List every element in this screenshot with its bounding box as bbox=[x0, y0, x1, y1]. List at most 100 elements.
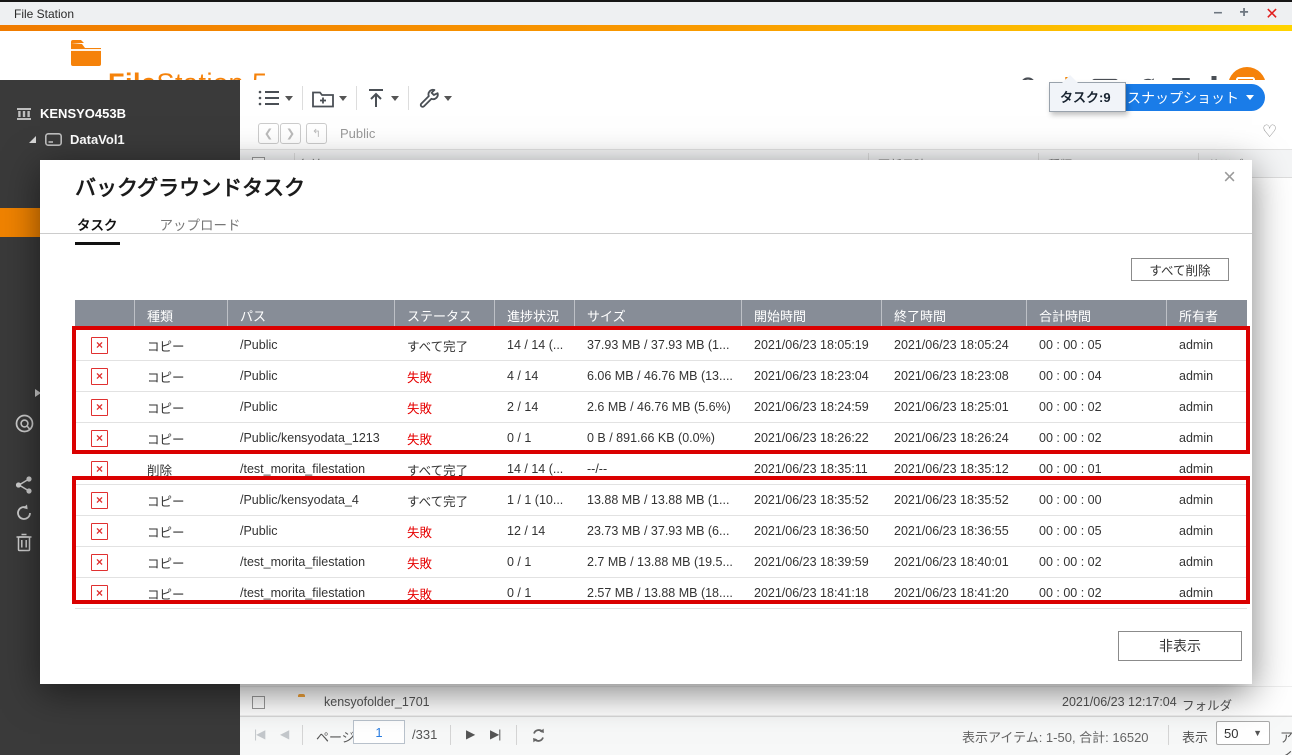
task-column-header[interactable]: 種類 bbox=[135, 300, 228, 330]
folder-logo-icon bbox=[70, 40, 102, 66]
chevron-down-icon bbox=[391, 96, 399, 105]
refresh-list-icon[interactable] bbox=[530, 727, 547, 744]
task-size: 37.93 MB / 37.93 MB (1... bbox=[575, 330, 742, 360]
task-total-time: 00 : 00 : 05 bbox=[1027, 516, 1167, 546]
task-row[interactable]: × コピー /test_morita_filestation 失敗 0 / 1 … bbox=[75, 578, 1247, 609]
task-progress: 0 / 1 bbox=[495, 423, 575, 453]
task-type: コピー bbox=[135, 392, 228, 422]
delete-task-button[interactable]: × bbox=[91, 492, 108, 509]
share-icon[interactable] bbox=[15, 476, 33, 494]
task-row[interactable]: × コピー /Public/kensyodata_1213 失敗 0 / 1 0… bbox=[75, 423, 1247, 454]
nav-forward-button[interactable]: ❯ bbox=[280, 123, 301, 144]
task-row[interactable]: × コピー /test_morita_filestation 失敗 0 / 1 … bbox=[75, 547, 1247, 578]
delete-task-button[interactable]: × bbox=[91, 585, 108, 602]
volume-icon bbox=[45, 133, 62, 146]
file-name[interactable]: kensyofolder_1701 bbox=[324, 695, 430, 709]
task-start-time: 2021/06/23 18:23:04 bbox=[742, 361, 882, 391]
task-start-time: 2021/06/23 18:05:19 bbox=[742, 330, 882, 360]
view-mode-button[interactable] bbox=[258, 86, 293, 110]
window-titlebar: File Station – + ✕ bbox=[0, 0, 1292, 25]
last-page-button[interactable]: ▶| bbox=[490, 727, 500, 741]
task-column-header[interactable]: ステータス bbox=[395, 300, 495, 330]
task-size: 13.88 MB / 13.88 MB (1... bbox=[575, 485, 742, 515]
minimize-button[interactable]: – bbox=[1206, 4, 1230, 22]
task-progress: 14 / 14 (... bbox=[495, 330, 575, 360]
delete-all-button[interactable]: すべて削除 bbox=[1131, 258, 1229, 281]
task-row[interactable]: × コピー /Public 失敗 2 / 14 2.6 MB / 46.76 M… bbox=[75, 392, 1247, 423]
file-station-window: File Station – + ✕ FileStation 5 bbox=[0, 0, 1292, 755]
tab-upload[interactable]: アップロード bbox=[158, 210, 243, 245]
nav-up-button[interactable]: ↰ bbox=[306, 123, 327, 144]
maximize-button[interactable]: + bbox=[1232, 4, 1256, 22]
task-size: 2.57 MB / 13.88 MB (18.... bbox=[575, 578, 742, 608]
task-progress: 4 / 14 bbox=[495, 361, 575, 391]
nav-back-button[interactable]: ❮ bbox=[258, 123, 279, 144]
task-column-header[interactable]: 所有者 bbox=[1167, 300, 1247, 330]
task-column-header[interactable]: 開始時間 bbox=[742, 300, 882, 330]
task-column-header[interactable]: サイズ bbox=[575, 300, 742, 330]
task-path: /Public/kensyodata_4 bbox=[228, 485, 395, 515]
tools-button[interactable] bbox=[418, 86, 452, 110]
task-type: コピー bbox=[135, 516, 228, 546]
task-progress: 14 / 14 (... bbox=[495, 454, 575, 484]
delete-task-button[interactable]: × bbox=[91, 523, 108, 540]
task-total-time: 00 : 00 : 02 bbox=[1027, 547, 1167, 577]
delete-task-button[interactable]: × bbox=[91, 368, 108, 385]
task-row[interactable]: × コピー /Public 失敗 12 / 14 23.73 MB / 37.9… bbox=[75, 516, 1247, 547]
page-size-select[interactable]: 50 ▼ bbox=[1216, 721, 1270, 745]
sidebar-item-volume[interactable]: DataVol1 bbox=[28, 132, 125, 147]
task-column-header[interactable]: 進捗状況 bbox=[495, 300, 575, 330]
task-row[interactable]: × コピー /Public/kensyodata_4 すべて完了 1 / 1 (… bbox=[75, 485, 1247, 516]
task-row[interactable]: × コピー /Public 失敗 4 / 14 6.06 MB / 46.76 … bbox=[75, 361, 1247, 392]
recycle-icon[interactable] bbox=[15, 504, 33, 522]
tasks-table-header: 種類パスステータス進捗状況サイズ開始時間終了時間合計時間所有者 bbox=[75, 300, 1247, 330]
task-path: /Public bbox=[228, 361, 395, 391]
favorite-heart-icon[interactable]: ♡ bbox=[1262, 122, 1277, 142]
trash-icon[interactable] bbox=[15, 532, 33, 552]
delete-task-button[interactable]: × bbox=[91, 554, 108, 571]
delete-task-button[interactable]: × bbox=[91, 430, 108, 447]
task-owner: admin bbox=[1167, 330, 1247, 360]
create-folder-button[interactable] bbox=[312, 86, 347, 110]
task-end-time: 2021/06/23 18:35:12 bbox=[882, 454, 1027, 484]
task-owner: admin bbox=[1167, 361, 1247, 391]
hide-button[interactable]: 非表示 bbox=[1118, 631, 1242, 661]
task-start-time: 2021/06/23 18:36:50 bbox=[742, 516, 882, 546]
task-column-header[interactable] bbox=[75, 300, 135, 330]
close-window-button[interactable]: ✕ bbox=[1260, 4, 1284, 24]
chevron-down-icon bbox=[1246, 95, 1254, 104]
app-header: FileStation 5 bbox=[0, 31, 1292, 80]
first-page-button[interactable]: |◀ bbox=[254, 727, 264, 741]
dialog-close-icon[interactable]: × bbox=[1223, 166, 1236, 188]
task-row[interactable]: × 削除 /test_morita_filestation すべて完了 14 /… bbox=[75, 454, 1247, 485]
task-column-header[interactable]: 合計時間 bbox=[1027, 300, 1167, 330]
delete-task-button[interactable]: × bbox=[91, 399, 108, 416]
qsync-icon[interactable] bbox=[15, 414, 34, 433]
task-row[interactable]: × コピー /Public すべて完了 14 / 14 (... 37.93 M… bbox=[75, 330, 1247, 361]
tab-divider bbox=[40, 233, 1252, 234]
task-start-time: 2021/06/23 18:35:11 bbox=[742, 454, 882, 484]
task-type: 削除 bbox=[135, 454, 228, 484]
task-start-time: 2021/06/23 18:24:59 bbox=[742, 392, 882, 422]
task-type: コピー bbox=[135, 485, 228, 515]
sidebar-item-nas[interactable]: KENSYO453B bbox=[16, 106, 126, 121]
task-end-time: 2021/06/23 18:23:08 bbox=[882, 361, 1027, 391]
prev-page-button[interactable]: ◀ bbox=[280, 727, 288, 741]
page-number-input[interactable] bbox=[353, 720, 405, 744]
display-label: 表示 bbox=[1182, 727, 1208, 746]
task-column-header[interactable]: パス bbox=[228, 300, 395, 330]
task-column-header[interactable]: 終了時間 bbox=[882, 300, 1027, 330]
expander-icon[interactable] bbox=[28, 135, 37, 144]
delete-task-button[interactable]: × bbox=[91, 461, 108, 478]
upload-button[interactable] bbox=[366, 86, 399, 110]
task-end-time: 2021/06/23 18:26:24 bbox=[882, 423, 1027, 453]
sidebar-item-volume-label: DataVol1 bbox=[70, 132, 125, 147]
task-path: /test_morita_filestation bbox=[228, 547, 395, 577]
table-row[interactable]: kensyofolder_1701 2021/06/23 12:17:04 フォ… bbox=[240, 688, 1292, 716]
tab-tasks[interactable]: タスク bbox=[75, 210, 120, 245]
delete-task-button[interactable]: × bbox=[91, 337, 108, 354]
next-page-button[interactable]: ▶ bbox=[466, 727, 474, 741]
task-status: 失敗 bbox=[395, 392, 495, 422]
breadcrumb[interactable]: Public bbox=[340, 126, 375, 141]
row-checkbox[interactable] bbox=[252, 696, 265, 709]
